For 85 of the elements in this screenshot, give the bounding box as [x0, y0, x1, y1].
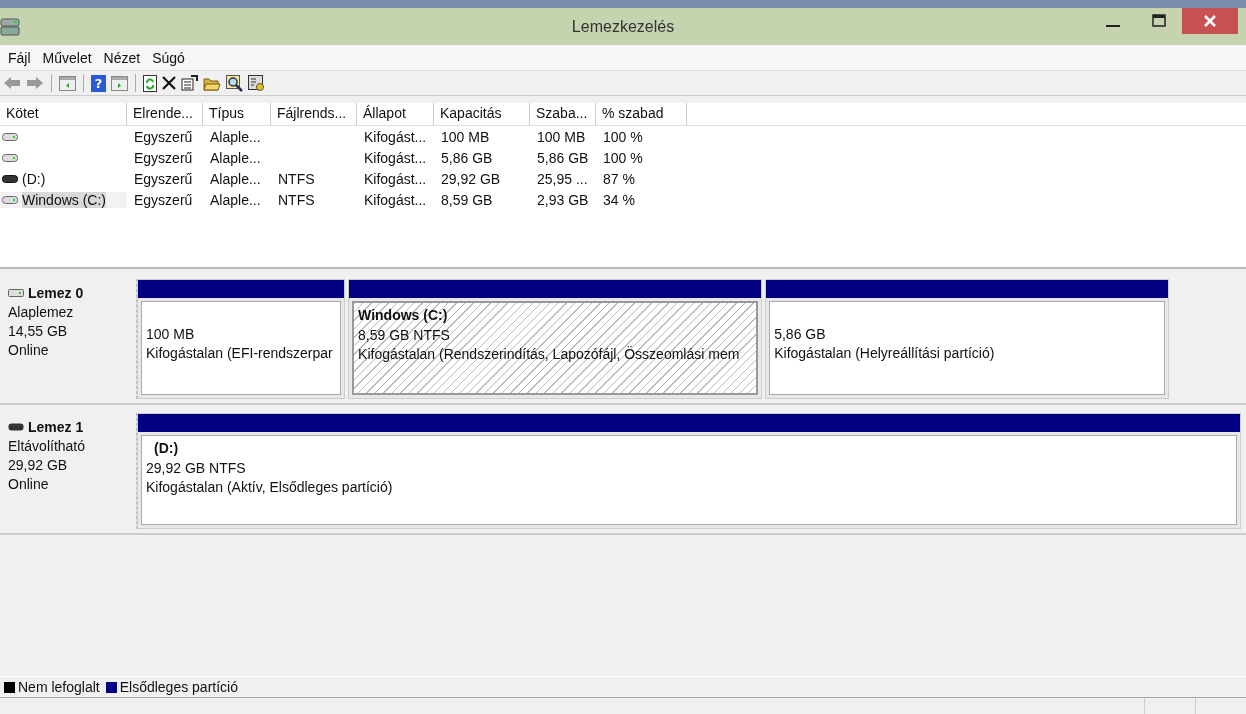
partition-size: 29,92 GB NTFS [146, 460, 247, 476]
table-cell: Kifogást... [364, 170, 427, 187]
window-pane-icon[interactable] [59, 75, 76, 91]
partition-status: Kifogástalan (Aktív, Elsődleges partíció) [146, 479, 394, 495]
column-header[interactable]: Elrende... [127, 103, 203, 125]
window-title: Lemezkezelés [571, 17, 675, 36]
drive-icon [2, 153, 18, 162]
table-cell: Alaple... [210, 128, 261, 145]
table-cell: Egyszerű [134, 170, 193, 187]
disk-status: Online [8, 476, 50, 492]
disk-drive-icon [0, 17, 20, 36]
column-header[interactable]: Szaba... [530, 103, 596, 125]
table-cell: 5,86 GB [441, 149, 493, 166]
properties-icon[interactable] [181, 75, 198, 91]
disk-size: 14,55 GB [8, 323, 69, 339]
drive-icon [2, 132, 18, 141]
partition-name: Windows (C:) [358, 307, 449, 324]
disk-name: Lemez 1 [28, 419, 84, 435]
legend-label: Nem lefoglalt [18, 679, 100, 695]
partition-block[interactable]: 5,86 GB Kifogástalan (Helyreállítási partíció) [765, 279, 1169, 399]
table-cell: Egyszerű [134, 128, 193, 145]
column-header[interactable]: % szabad [596, 103, 687, 125]
table-cell: NTFS [278, 191, 315, 208]
table-cell: Alaple... [210, 149, 261, 166]
column-header[interactable]: Kapacitás [434, 103, 530, 125]
window-pane-icon[interactable] [111, 75, 128, 91]
table-cell: Egyszerű [134, 191, 193, 208]
volume-name[interactable]: Windows (C:) [22, 191, 106, 208]
column-header[interactable]: Típus [203, 103, 271, 125]
table-cell: Alaple... [210, 191, 261, 208]
table-cell: 100 % [603, 149, 643, 166]
table-cell: 87 % [603, 170, 635, 187]
menu-item[interactable]: Nézet [97, 49, 147, 66]
partition-status: Kifogástalan (EFI-rendszerpar [146, 345, 334, 361]
delete-icon[interactable] [162, 76, 176, 90]
close-icon [1203, 15, 1217, 27]
help-icon[interactable]: ? [91, 74, 106, 92]
partition-size: 5,86 GB [774, 326, 827, 342]
column-header[interactable]: Állapot [357, 103, 434, 125]
table-cell: Kifogást... [364, 191, 427, 208]
table-cell: 5,86 GB [537, 149, 589, 166]
partition-size: 8,59 GB NTFS [358, 327, 451, 343]
drive-icon [2, 195, 18, 204]
drive-icon [2, 174, 18, 183]
table-cell: 100 MB [537, 128, 586, 145]
menu-item[interactable]: Súgó [146, 49, 191, 66]
table-cell: Alaple... [210, 170, 261, 187]
partition-block[interactable]: Windows (C:) 8,59 GB NTFS Kifogástalan (Rendszerindítás, Lapozófájl, Összeomlási mem [348, 279, 763, 399]
partition-block[interactable]: (D:) 29,92 GB NTFS Kifogástalan (Aktív, Elsődleges partíció) [137, 413, 1241, 529]
table-cell: 25,95 ... [537, 170, 588, 187]
refresh-icon[interactable] [143, 74, 157, 92]
drive-icon [8, 423, 24, 431]
disk-status: Online [8, 342, 50, 358]
table-cell: Kifogást... [364, 128, 427, 145]
disk-type: Eltávolítható [8, 438, 87, 454]
minimize-icon [1106, 25, 1120, 27]
close-button[interactable] [1182, 8, 1238, 34]
table-cell: NTFS [278, 170, 315, 187]
settings-icon[interactable] [248, 74, 265, 92]
drive-icon [8, 289, 24, 297]
disk-type: Alaplemez [8, 304, 75, 320]
table-cell: 8,59 GB [441, 191, 493, 208]
column-header[interactable]: Kötet [0, 103, 127, 125]
volume-name[interactable]: (D:) [22, 170, 46, 187]
table-cell: 100 MB [441, 128, 490, 145]
table-cell: 100 % [603, 128, 643, 145]
disk-name: Lemez 0 [28, 285, 84, 301]
partition-size: 100 MB [146, 326, 196, 342]
menu-item[interactable]: Művelet [36, 49, 98, 66]
magnifier-icon[interactable] [226, 74, 243, 92]
legend-label: Elsődleges partíció [119, 679, 238, 695]
menu-item[interactable]: Fájl [2, 49, 37, 66]
partition-block[interactable]: 100 MB Kifogástalan (EFI-rendszerpar [137, 279, 346, 399]
partition-status: Kifogástalan (Rendszerindítás, Lapozófájl, Összeomlási mem [358, 346, 741, 362]
column-header[interactable]: Fájlrends... [271, 103, 357, 125]
table-cell: Kifogást... [364, 149, 427, 166]
folder-icon[interactable] [203, 75, 221, 91]
disk-size: 29,92 GB [8, 457, 69, 473]
table-cell: 34 % [603, 191, 635, 208]
table-cell: 29,92 GB [441, 170, 501, 187]
table-cell: Egyszerű [134, 149, 193, 166]
partition-status: Kifogástalan (Helyreállítási partíció) [774, 345, 996, 361]
maximize-icon [1152, 14, 1166, 28]
partition-name: (D:) [153, 440, 180, 457]
table-cell: 2,93 GB [537, 191, 589, 208]
